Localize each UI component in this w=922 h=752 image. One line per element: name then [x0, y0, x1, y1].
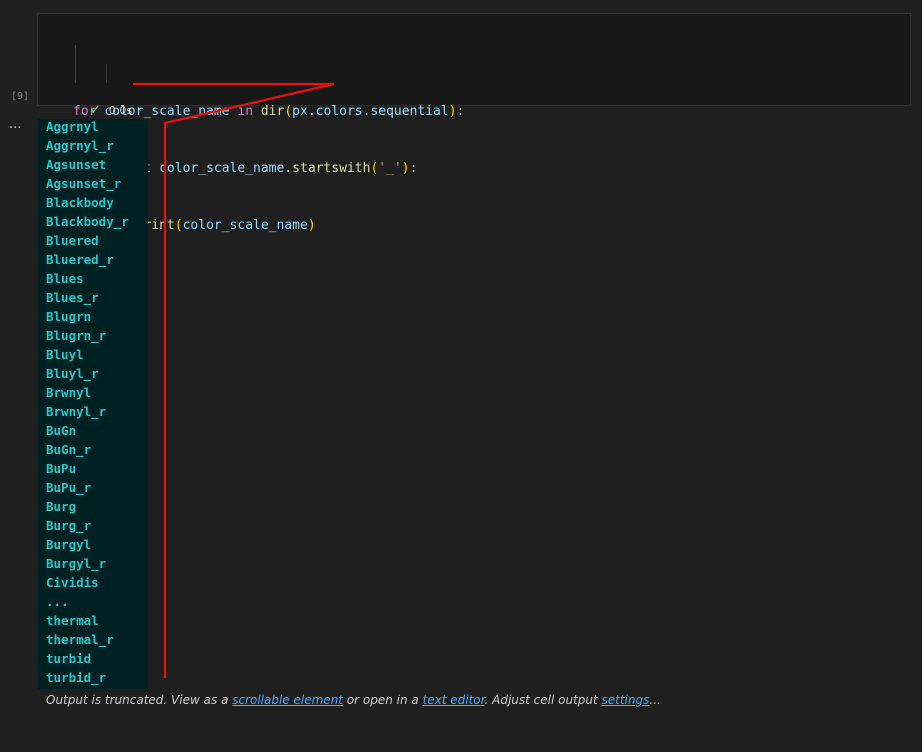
argument: px.colors.sequential: [292, 104, 449, 119]
check-icon: ✓: [90, 103, 101, 118]
output-line: Aggrnyl: [46, 119, 99, 134]
scrollable-element-link[interactable]: scrollable element: [232, 693, 343, 707]
method-name: .startswith: [284, 161, 371, 176]
output-line: Bluered_r: [46, 252, 114, 267]
output-line: turbid: [46, 651, 92, 666]
function-name: dir: [260, 104, 285, 119]
output-line: turbid_r: [46, 670, 107, 685]
variable: color_scale_name: [159, 161, 285, 176]
paren: ): [448, 104, 457, 119]
output-line: thermal_r: [46, 632, 114, 647]
output-line: BuPu: [46, 461, 77, 476]
output-line: BuGn: [46, 423, 77, 438]
output-line: Aggrnyl_r: [46, 138, 114, 153]
settings-link[interactable]: settings: [602, 693, 650, 707]
colon: :: [409, 161, 418, 176]
output-line: Agsunset: [46, 157, 107, 172]
execution-count: [9]: [11, 91, 30, 102]
output-line: Burg: [46, 499, 77, 514]
output-line: Burgyl_r: [46, 556, 107, 571]
output-line: Blugrn_r: [46, 328, 107, 343]
output-line: ...: [46, 594, 69, 609]
output-more-actions-icon[interactable]: ...: [9, 117, 21, 132]
output-line: Blugrn: [46, 309, 92, 324]
paren: ): [307, 218, 316, 233]
output-line: Brwnyl_r: [46, 404, 107, 419]
paren: (: [284, 104, 293, 119]
truncation-text: Output is truncated. View as a: [46, 693, 233, 707]
output-line: Burgyl: [46, 537, 92, 552]
text-editor-link[interactable]: text editor: [423, 693, 485, 707]
paren: ): [401, 161, 410, 176]
truncation-text: . Adjust cell output: [484, 693, 602, 707]
truncation-text: ...: [649, 693, 661, 707]
output-line: Bluyl: [46, 347, 84, 362]
string-literal: '_': [378, 161, 402, 176]
output-line: Brwnyl: [46, 385, 92, 400]
output-line: Blackbody: [46, 195, 114, 210]
output-line: Blues_r: [46, 290, 99, 305]
output-line: BuGn_r: [46, 442, 92, 457]
execution-status: ✓ 0.0s: [90, 103, 132, 118]
output-line: Bluyl_r: [46, 366, 99, 381]
indent-guide: [106, 64, 107, 83]
truncation-notice: Output is truncated. View as a scrollabl…: [46, 693, 661, 707]
cell-output[interactable]: Aggrnyl Aggrnyl_r Agsunset Agsunset_r Blackb…: [38, 119, 148, 689]
output-line: Agsunset_r: [46, 176, 122, 191]
output-line: BuPu_r: [46, 480, 92, 495]
output-list: Aggrnyl Aggrnyl_r Agsunset Agsunset_r Blackb…: [38, 117, 129, 687]
colon: :: [456, 104, 465, 119]
output-line: thermal: [46, 613, 99, 628]
execution-time: 0.0s: [108, 104, 133, 117]
argument: color_scale_name: [182, 218, 308, 233]
keyword-in: in: [237, 104, 254, 119]
truncation-text: or open in a: [342, 693, 423, 707]
output-line: Blackbody_r: [46, 214, 129, 229]
output-line: Burg_r: [46, 518, 92, 533]
output-line: Cividis: [46, 575, 99, 590]
output-line: Blues: [46, 271, 84, 286]
indent-guide: [75, 45, 76, 83]
output-line: Bluered: [46, 233, 99, 248]
code-cell[interactable]: for color_scale_name in dir(px.colors.se…: [37, 13, 911, 233]
paren: (: [174, 218, 183, 233]
